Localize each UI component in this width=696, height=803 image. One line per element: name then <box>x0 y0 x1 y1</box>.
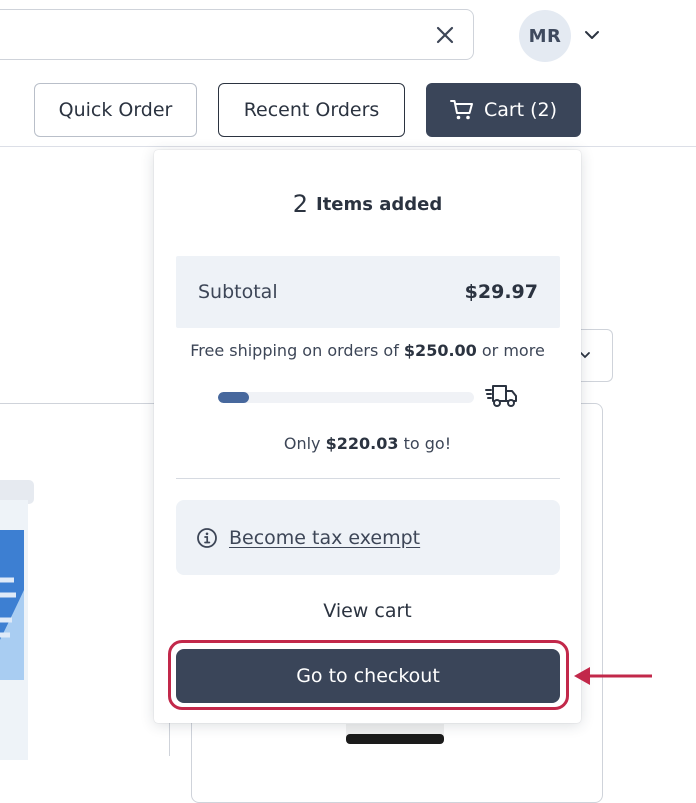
subtotal-label: Subtotal <box>198 281 278 303</box>
divider <box>176 478 560 479</box>
tax-exempt-box: Become tax exempt <box>176 500 560 575</box>
quick-order-label: Quick Order <box>58 99 173 121</box>
view-cart-link[interactable]: View cart <box>154 600 581 622</box>
checkout-label: Go to checkout <box>296 665 440 687</box>
product-image <box>346 724 444 744</box>
to-go-prefix: Only <box>283 434 321 453</box>
subtotal-row: Subtotal $29.97 <box>176 256 560 328</box>
chevron-down-icon[interactable] <box>582 25 602 45</box>
shipping-threshold: $250.00 <box>403 341 477 360</box>
items-count: 2 <box>292 190 308 218</box>
search-input[interactable] <box>0 9 474 60</box>
shipping-progress-bar <box>218 392 474 403</box>
cart-dropdown: 2 Items added Subtotal $29.97 Free shippi… <box>154 150 581 723</box>
free-shipping-message: Free shipping on orders of $250.00 or mo… <box>154 341 581 360</box>
recent-orders-button[interactable]: Recent Orders <box>218 83 405 137</box>
cart-icon <box>449 100 473 120</box>
quick-order-button[interactable]: Quick Order <box>34 83 197 137</box>
to-go-suffix: to go! <box>403 434 452 453</box>
subtotal-value: $29.97 <box>464 281 538 303</box>
become-tax-exempt-link[interactable]: Become tax exempt <box>229 527 420 549</box>
cart-button[interactable]: Cart (2) <box>426 83 581 137</box>
shipping-prefix: Free shipping on orders of <box>190 341 399 360</box>
info-icon <box>197 527 217 548</box>
shipping-progress-fill <box>218 392 249 403</box>
items-added-label: Items added <box>316 194 443 215</box>
truck-icon <box>485 385 517 407</box>
remaining-amount-message: Only $220.03 to go! <box>154 434 581 453</box>
avatar[interactable]: MR <box>519 10 571 62</box>
product-image <box>0 480 34 760</box>
product-card-border <box>0 403 160 404</box>
cart-label: Cart (2) <box>483 99 558 121</box>
go-to-checkout-button[interactable]: Go to checkout <box>176 649 560 703</box>
close-icon[interactable] <box>433 23 457 47</box>
header-divider <box>0 146 696 147</box>
items-added-heading: 2 Items added <box>154 190 581 218</box>
shipping-suffix: or more <box>481 341 545 360</box>
arrow-left-icon <box>574 667 652 685</box>
to-go-amount: $220.03 <box>325 434 399 453</box>
recent-orders-label: Recent Orders <box>243 99 380 121</box>
